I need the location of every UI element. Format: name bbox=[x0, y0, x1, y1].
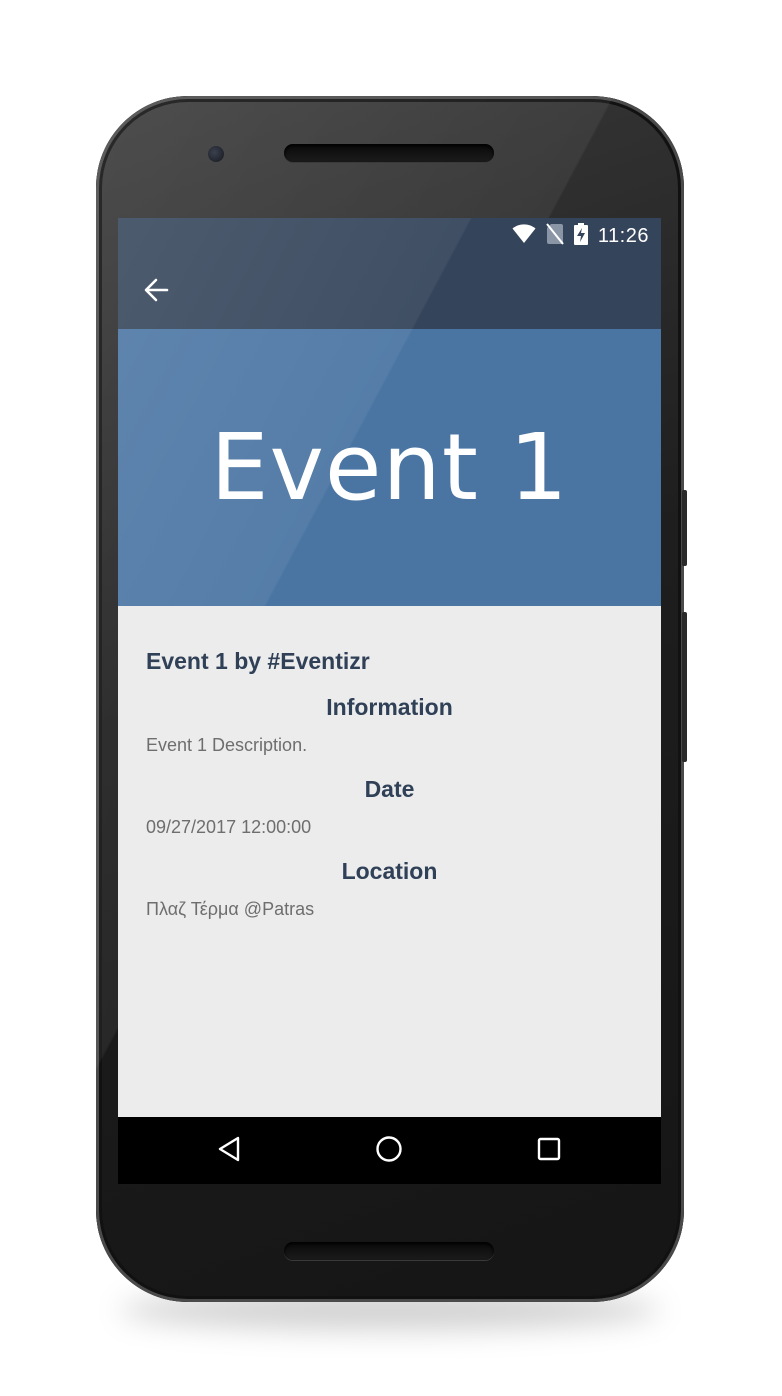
top-speaker bbox=[284, 144, 494, 162]
volume-button bbox=[682, 612, 687, 762]
nav-recents-button[interactable] bbox=[527, 1131, 571, 1171]
date-title: Date bbox=[364, 776, 415, 802]
event-heading: Event 1 by #Eventizr bbox=[146, 648, 370, 674]
event-banner: Event 1 bbox=[118, 329, 661, 606]
navigation-bar bbox=[118, 1117, 661, 1184]
power-button bbox=[682, 490, 687, 566]
battery-charging-icon bbox=[573, 222, 588, 250]
bottom-speaker bbox=[284, 1242, 494, 1260]
status-icons: 11:26 bbox=[512, 218, 649, 254]
status-bar: 11:26 bbox=[118, 218, 661, 254]
information-title: Information bbox=[326, 694, 453, 720]
no-sim-icon bbox=[546, 222, 564, 250]
wifi-icon bbox=[512, 223, 536, 249]
date-text: 09/27/2017 12:00:00 bbox=[146, 817, 312, 837]
information-text: Event 1 Description. bbox=[146, 735, 308, 755]
app-toolbar bbox=[118, 254, 661, 329]
phone-screen: 11:26 Event 1 Event 1 by #Eventizr Infor… bbox=[118, 218, 661, 1184]
event-details: Event 1 by #Eventizr Information Event 1… bbox=[118, 606, 661, 1117]
back-triangle-icon bbox=[216, 1135, 242, 1168]
home-circle-icon bbox=[375, 1135, 403, 1168]
nav-back-button[interactable] bbox=[207, 1131, 251, 1171]
location-title: Location bbox=[341, 858, 438, 884]
back-button[interactable] bbox=[136, 272, 176, 312]
arrow-left-icon bbox=[143, 277, 169, 308]
nav-home-button[interactable] bbox=[367, 1131, 411, 1171]
banner-title: Event 1 bbox=[210, 414, 569, 521]
recents-square-icon bbox=[537, 1137, 561, 1166]
status-time: 11:26 bbox=[597, 224, 649, 247]
front-camera bbox=[208, 146, 224, 162]
location-text: Πλαζ Τέρμα @Patras bbox=[146, 899, 315, 919]
